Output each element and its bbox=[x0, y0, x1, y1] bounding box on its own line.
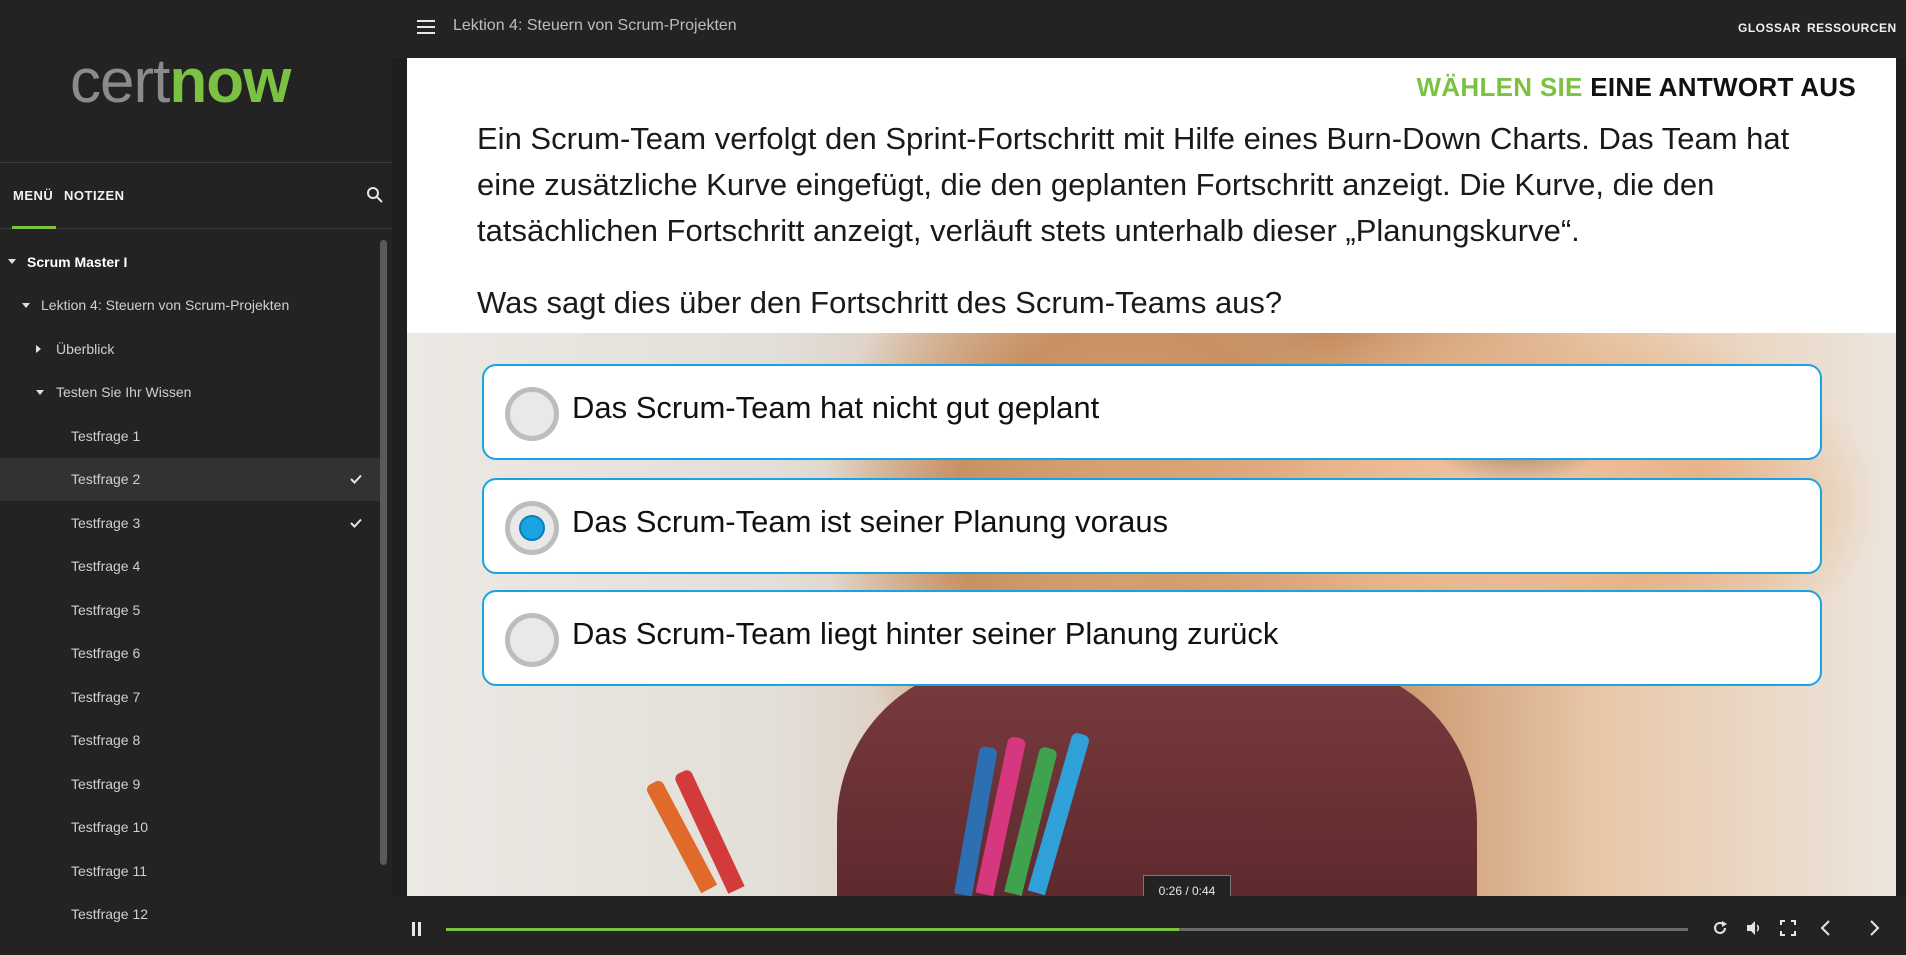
sidebar-item[interactable]: Überblick bbox=[0, 327, 380, 371]
sidebar-item-label: Testen Sie Ihr Wissen bbox=[56, 384, 192, 401]
sidebar-item-label: Testfrage 11 bbox=[71, 862, 148, 879]
radio-button[interactable] bbox=[505, 387, 559, 441]
question-prompt: Was sagt dies über den Fortschritt des S… bbox=[477, 285, 1283, 320]
sidebar-item-label: Testfrage 5 bbox=[71, 601, 141, 618]
sidebar-item-label: Testfrage 2 bbox=[71, 471, 141, 488]
sidebar-tabs: MENÜ NOTIZEN bbox=[0, 164, 392, 229]
active-tab-indicator bbox=[12, 226, 56, 229]
sidebar-item-label: Testfrage 6 bbox=[71, 645, 141, 662]
progress-fill bbox=[446, 928, 1179, 931]
sidebar: certnow MENÜ NOTIZEN Scrum Master I Lekti… bbox=[0, 0, 392, 955]
sidebar-item-label: Testfrage 9 bbox=[71, 775, 141, 792]
caret-down-icon[interactable] bbox=[8, 259, 16, 265]
prev-icon[interactable] bbox=[1816, 918, 1836, 938]
answer-label: Das Scrum-Team hat nicht gut geplant bbox=[572, 390, 1100, 425]
resources-link[interactable]: RESSOURCEN bbox=[1807, 21, 1897, 35]
sidebar-item-testfrage[interactable]: Testfrage 5 bbox=[0, 588, 380, 632]
sidebar-item-testfrage[interactable]: Testfrage 2 bbox=[0, 457, 380, 501]
fullscreen-icon[interactable] bbox=[1778, 918, 1798, 938]
checkmark-icon bbox=[350, 518, 362, 528]
sidebar-item-label: Testfrage 7 bbox=[71, 688, 141, 705]
sidebar-item[interactable]: Scrum Master I bbox=[0, 240, 380, 284]
radio-selected-dot bbox=[519, 515, 545, 541]
sidebar-item-label: Testfrage 10 bbox=[71, 819, 149, 836]
photo-shirt bbox=[837, 663, 1477, 896]
sidebar-item-testfrage[interactable]: Testfrage 10 bbox=[0, 806, 380, 850]
hamburger-menu-icon[interactable] bbox=[417, 20, 435, 34]
instruction-green: WÄHLEN SIE bbox=[1416, 72, 1583, 102]
sidebar-item[interactable]: Lektion 4: Steuern von Scrum-Projekten bbox=[0, 284, 380, 328]
logo-part-now: now bbox=[169, 47, 291, 116]
sidebar-item[interactable]: Testen Sie Ihr Wissen bbox=[0, 371, 380, 415]
logo: certnow bbox=[0, 0, 392, 163]
sidebar-item-testfrage[interactable]: Testfrage 3 bbox=[0, 501, 380, 545]
answer-option-1[interactable]: Das Scrum-Team hat nicht gut geplant bbox=[482, 364, 1822, 460]
logo-part-cert: cert bbox=[70, 47, 170, 116]
sidebar-item-testfrage[interactable]: Testfrage 12 bbox=[0, 893, 380, 937]
instruction-heading: WÄHLEN SIE EINE ANTWORT AUS bbox=[1416, 72, 1856, 103]
radio-button-selected[interactable] bbox=[505, 501, 559, 555]
glossary-link[interactable]: GLOSSAR bbox=[1738, 21, 1801, 35]
answer-label: Das Scrum-Team ist seiner Planung voraus bbox=[572, 504, 1169, 539]
pause-icon[interactable] bbox=[412, 922, 422, 936]
sidebar-item-testfrage[interactable]: Testfrage 11 bbox=[0, 849, 380, 893]
sidebar-item-label: Testfrage 1 bbox=[71, 427, 141, 444]
player-controls bbox=[392, 896, 1906, 955]
tab-notes[interactable]: NOTIZEN bbox=[64, 188, 125, 203]
caret-down-icon[interactable] bbox=[22, 302, 30, 308]
sidebar-scrollbar[interactable] bbox=[380, 240, 387, 865]
sidebar-item-label: Testfrage 4 bbox=[71, 558, 141, 575]
volume-icon[interactable] bbox=[1744, 918, 1764, 938]
answer-option-3[interactable]: Das Scrum-Team liegt hinter seiner Planu… bbox=[482, 590, 1822, 686]
sidebar-item-label: Testfrage 3 bbox=[71, 514, 141, 531]
answer-option-2[interactable]: Das Scrum-Team ist seiner Planung voraus bbox=[482, 478, 1822, 574]
radio-button[interactable] bbox=[505, 613, 559, 667]
sidebar-item-label: Testfrage 12 bbox=[71, 906, 149, 923]
sidebar-item-testfrage[interactable]: Testfrage 4 bbox=[0, 545, 380, 589]
sidebar-item-label: Scrum Master I bbox=[27, 253, 128, 270]
lesson-title: Lektion 4: Steuern von Scrum-Projekten bbox=[453, 17, 737, 34]
top-bar: Lektion 4: Steuern von Scrum-Projekten G… bbox=[392, 0, 1906, 58]
course-tree: Scrum Master I Lektion 4: Steuern von Scr… bbox=[0, 240, 380, 936]
progress-track[interactable] bbox=[446, 928, 1688, 931]
search-icon[interactable] bbox=[366, 186, 384, 204]
sidebar-item-testfrage[interactable]: Testfrage 8 bbox=[0, 719, 380, 763]
sidebar-item-label: Lektion 4: Steuern von Scrum-Projekten bbox=[41, 297, 290, 314]
sidebar-item-testfrage[interactable]: Testfrage 1 bbox=[0, 414, 380, 458]
sidebar-item-testfrage[interactable]: Testfrage 7 bbox=[0, 675, 380, 719]
logo-text: certnow bbox=[70, 42, 291, 122]
slide-content: WÄHLEN SIE EINE ANTWORT AUS Ein Scrum-Te… bbox=[407, 58, 1896, 896]
sidebar-item-testfrage[interactable]: Testfrage 6 bbox=[0, 632, 380, 676]
sidebar-item-label: Überblick bbox=[56, 340, 115, 357]
instruction-dark: EINE ANTWORT AUS bbox=[1590, 72, 1856, 102]
sidebar-item-label: Testfrage 8 bbox=[71, 732, 141, 749]
next-icon[interactable] bbox=[1864, 918, 1884, 938]
caret-right-icon[interactable] bbox=[36, 344, 41, 353]
question-text: Ein Scrum-Team verfolgt den Sprint-Forts… bbox=[477, 121, 1790, 248]
caret-down-icon[interactable] bbox=[36, 389, 44, 395]
checkmark-icon bbox=[350, 475, 362, 485]
answer-label: Das Scrum-Team liegt hinter seiner Planu… bbox=[572, 616, 1279, 651]
tab-menu[interactable]: MENÜ bbox=[13, 188, 53, 203]
sidebar-item-testfrage[interactable]: Testfrage 9 bbox=[0, 762, 380, 806]
replay-icon[interactable] bbox=[1710, 918, 1730, 938]
